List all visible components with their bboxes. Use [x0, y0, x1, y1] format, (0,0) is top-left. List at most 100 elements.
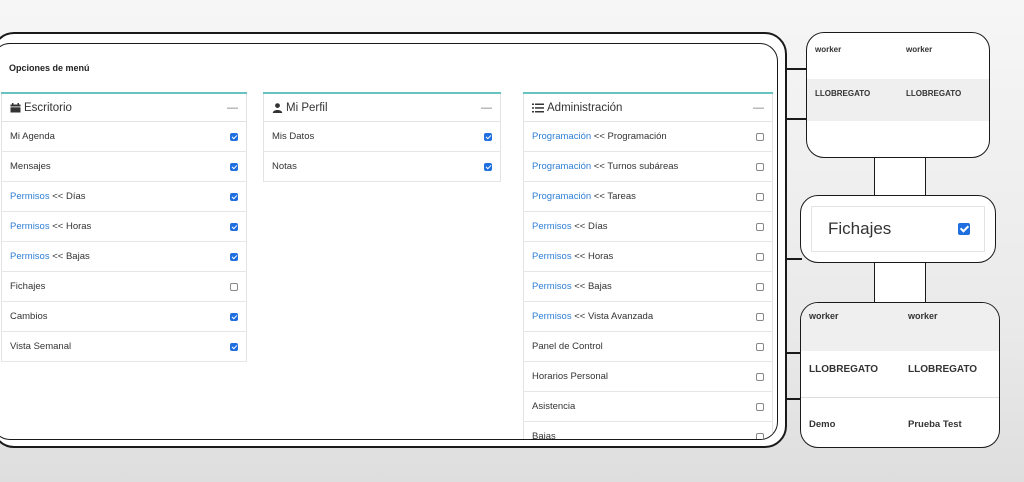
panel-title: Opciones de menú — [9, 63, 90, 73]
menu-option-checkbox[interactable] — [756, 252, 764, 261]
role-cell: worker — [809, 311, 839, 321]
menu-option-checkbox[interactable] — [230, 132, 238, 141]
menu-option-checkbox[interactable] — [756, 372, 764, 381]
menu-option-checkbox[interactable] — [756, 222, 764, 231]
menu-option-row: Permisos << Días — [523, 212, 773, 242]
menu-option-text: << Turnos subáreas — [591, 161, 679, 172]
menu-option-checkbox[interactable] — [756, 192, 764, 201]
menu-option-text: << Horas — [49, 221, 92, 232]
collapse-icon[interactable]: — — [481, 102, 492, 114]
menu-option-row: Permisos << Horas — [1, 212, 247, 242]
menu-option-label: Permisos << Horas — [532, 251, 613, 262]
menu-option-checkbox[interactable] — [756, 162, 764, 171]
menu-option-checkbox[interactable] — [756, 402, 764, 411]
menu-option-row: Cambios — [1, 302, 247, 332]
column-header[interactable]: Escritorio — — [1, 94, 247, 122]
menu-option-checkbox[interactable] — [756, 282, 764, 291]
menu-option-label: Mi Agenda — [10, 131, 55, 142]
menu-option-checkbox[interactable] — [230, 162, 238, 171]
menu-option-link[interactable]: Permisos — [10, 251, 50, 262]
collapse-icon[interactable]: — — [227, 102, 238, 114]
menu-option-text: Notas — [272, 161, 297, 172]
menu-option-row: Panel de Control — [523, 332, 773, 362]
menu-option-text: Mis Datos — [272, 131, 315, 142]
menu-option-checkbox[interactable] — [756, 312, 764, 321]
center-cell: LLOBREGATO — [908, 364, 978, 375]
menu-option-text: << Horas — [571, 251, 614, 262]
calendar-icon — [10, 102, 21, 112]
menu-option-row: Programación << Turnos subáreas — [523, 152, 773, 182]
menu-option-row: Horarios Personal — [523, 362, 773, 392]
menu-option-label: Fichajes — [10, 281, 45, 292]
connector-bar — [874, 155, 926, 197]
fichajes-row: Fichajes — [811, 206, 985, 252]
menu-option-checkbox[interactable] — [230, 192, 238, 201]
menu-options-panel: Opciones de menú Escritorio — Mi Agenda M… — [0, 43, 778, 440]
menu-option-label: Permisos << Bajas — [10, 251, 90, 262]
menu-option-label: Mis Datos — [272, 131, 314, 142]
menu-option-text: Vista Semanal — [10, 341, 72, 352]
column-escritorio: Escritorio — Mi Agenda Mensajes Permisos <… — [1, 92, 247, 362]
menu-option-checkbox[interactable] — [484, 162, 492, 171]
menu-option-row: Vista Semanal — [1, 332, 247, 362]
menu-option-link[interactable]: Permisos — [532, 221, 572, 232]
menu-option-checkbox[interactable] — [230, 342, 238, 351]
column-mi-perfil: Mi Perfil — Mis Datos Notas — [263, 92, 501, 182]
menu-option-checkbox[interactable] — [230, 312, 238, 321]
menu-option-row: Programación << Programación — [523, 122, 773, 152]
role-cell: worker — [908, 311, 938, 321]
menu-option-row: Permisos << Bajas — [523, 272, 773, 302]
menu-option-label: Vista Semanal — [10, 341, 71, 352]
user-icon — [272, 102, 283, 113]
menu-option-label: Notas — [272, 161, 297, 172]
menu-option-text: << Días — [49, 191, 86, 202]
menu-option-link[interactable]: Permisos — [532, 251, 572, 262]
column-header[interactable]: Administración — — [523, 94, 773, 122]
menu-option-label: Panel de Control — [532, 341, 603, 352]
menu-option-text: << Tareas — [591, 191, 636, 202]
menu-option-checkbox[interactable] — [756, 342, 764, 351]
center-cell: LLOBREGATO — [809, 364, 879, 375]
callout-bottom: worker worker LLOBREGATO LLOBREGATO Demo… — [800, 302, 1000, 448]
menu-option-link[interactable]: Permisos — [532, 311, 572, 322]
column-title: Mi Perfil — [286, 101, 328, 114]
menu-option-link[interactable]: Permisos — [10, 221, 50, 232]
menu-option-row: Bajas — [523, 422, 773, 439]
menu-option-text: << Bajas — [49, 251, 90, 262]
menu-option-text: Panel de Control — [532, 341, 603, 352]
menu-option-checkbox[interactable] — [484, 132, 492, 141]
menu-option-label: Asistencia — [532, 401, 575, 412]
menu-option-row: Permisos << Vista Avanzada — [523, 302, 773, 332]
menu-option-link[interactable]: Programación — [532, 131, 591, 142]
menu-option-link[interactable]: Permisos — [10, 191, 50, 202]
menu-option-label: Programación << Programación — [532, 131, 667, 142]
menu-option-row: Mi Agenda — [1, 122, 247, 152]
menu-option-text: Mensajes — [10, 161, 51, 172]
menu-option-row: Fichajes — [1, 272, 247, 302]
menu-option-checkbox[interactable] — [230, 222, 238, 231]
fichajes-checkbox[interactable] — [958, 223, 970, 235]
name-cell: Prueba Test — [908, 419, 962, 430]
menu-option-link[interactable]: Programación — [532, 161, 591, 172]
menu-option-checkbox[interactable] — [230, 252, 238, 261]
menu-option-text: << Programación — [591, 131, 667, 142]
menu-option-checkbox[interactable] — [756, 432, 764, 439]
menu-option-label: Permisos << Vista Avanzada — [532, 311, 653, 322]
list-icon — [532, 103, 544, 112]
menu-option-checkbox[interactable] — [756, 132, 764, 141]
role-cell: worker — [815, 45, 842, 54]
menu-option-text: << Bajas — [571, 281, 612, 292]
menu-option-link[interactable]: Programación — [532, 191, 591, 202]
menu-option-checkbox[interactable] — [230, 282, 238, 291]
menu-option-label: Permisos << Días — [10, 191, 86, 202]
column-header[interactable]: Mi Perfil — — [263, 94, 501, 122]
menu-option-label: Programación << Turnos subáreas — [532, 161, 678, 172]
menu-option-row: Notas — [263, 152, 501, 182]
callout-fichajes: Fichajes — [800, 195, 996, 263]
collapse-icon[interactable]: — — [753, 102, 764, 114]
menu-option-text: Cambios — [10, 311, 48, 322]
menu-option-link[interactable]: Permisos — [532, 281, 572, 292]
menu-option-text: << Vista Avanzada — [571, 311, 654, 322]
menu-option-label: Permisos << Horas — [10, 221, 91, 232]
menu-option-text: Horarios Personal — [532, 371, 609, 382]
